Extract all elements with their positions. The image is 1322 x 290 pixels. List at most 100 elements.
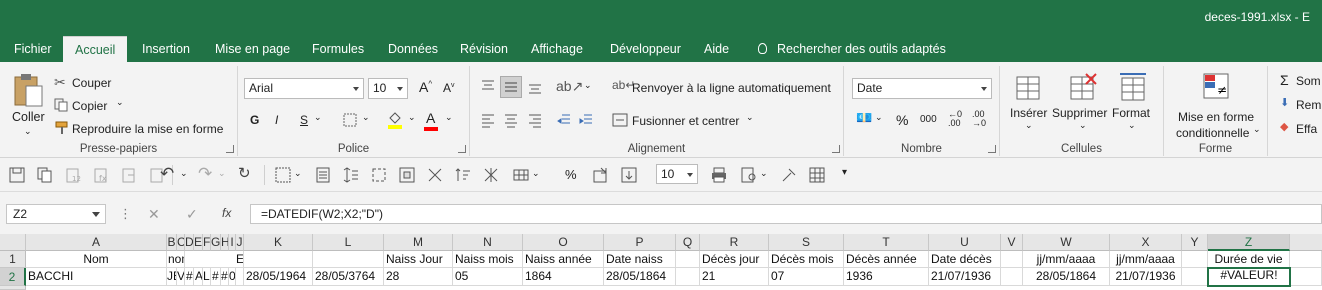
cell-o1[interactable]: Naiss année bbox=[523, 251, 604, 268]
fill-series-icon[interactable] bbox=[512, 166, 530, 184]
tab-fichier[interactable]: Fichier bbox=[12, 36, 54, 62]
number-launcher-icon[interactable] bbox=[988, 145, 996, 153]
format-dropdown-icon[interactable]: ⌄ bbox=[1128, 120, 1136, 131]
tab-developpeur[interactable]: Développeur bbox=[608, 36, 683, 62]
thousands-button[interactable]: 000 bbox=[920, 114, 937, 125]
paste-values-icon[interactable]: 12 bbox=[64, 166, 82, 184]
col-header-y[interactable]: Y bbox=[1182, 234, 1208, 251]
cell-q1[interactable] bbox=[676, 251, 700, 268]
cell-p2[interactable]: 28/05/1864 bbox=[604, 268, 676, 286]
tab-donnees[interactable]: Données bbox=[386, 36, 440, 62]
tab-affichage[interactable]: Affichage bbox=[529, 36, 585, 62]
cell-q2[interactable] bbox=[676, 268, 700, 286]
fill-button[interactable]: Rem bbox=[1296, 98, 1321, 112]
cell-k2[interactable]: 28/05/1964 bbox=[244, 268, 313, 286]
clear-all-icon[interactable] bbox=[426, 166, 444, 184]
cell-i2[interactable]: 0 bbox=[229, 268, 236, 286]
align-left-icon[interactable] bbox=[480, 112, 496, 128]
col-header-s[interactable]: S bbox=[769, 234, 844, 251]
cell-w2[interactable]: 28/05/1864 bbox=[1023, 268, 1110, 286]
borders-icon[interactable] bbox=[342, 112, 358, 128]
col-header-x[interactable]: X bbox=[1110, 234, 1182, 251]
font-size-select[interactable]: 10 bbox=[368, 78, 408, 99]
insert-dropdown-icon[interactable]: ⌄ bbox=[1025, 120, 1033, 131]
underline-button[interactable]: S bbox=[300, 113, 308, 127]
increase-decimal-icon[interactable]: ←0.00 bbox=[948, 110, 962, 128]
cut-button[interactable]: Couper bbox=[72, 76, 111, 90]
fill-series-dropdown-icon[interactable]: ⌄ bbox=[532, 168, 540, 179]
zoom-selection-icon[interactable] bbox=[398, 166, 416, 184]
paste-icon[interactable] bbox=[12, 72, 44, 108]
align-center-icon[interactable] bbox=[503, 112, 519, 128]
fill-color-icon[interactable] bbox=[386, 110, 404, 130]
delete-cells-button[interactable]: Supprimer bbox=[1052, 106, 1107, 120]
decrease-indent-icon[interactable] bbox=[556, 112, 572, 128]
formula-input[interactable]: =DATEDIF(W2;X2;"D") bbox=[250, 204, 1322, 224]
col-header-g[interactable]: G bbox=[211, 234, 221, 251]
cell-l2[interactable]: 28/05/3764 bbox=[313, 268, 384, 286]
row-header-1[interactable]: 1 bbox=[0, 251, 26, 268]
autosum-button[interactable]: Som bbox=[1296, 74, 1321, 88]
undo-icon[interactable]: ↶ bbox=[160, 164, 174, 184]
font-color-dropdown-icon[interactable]: ⌄ bbox=[445, 112, 453, 123]
col-header-extra[interactable] bbox=[1290, 234, 1322, 251]
col-header-h[interactable]: H bbox=[221, 234, 229, 251]
copy-button[interactable]: Copier bbox=[72, 99, 107, 113]
redo-dropdown-icon[interactable]: ⌄ bbox=[218, 168, 226, 179]
cell-j2[interactable] bbox=[236, 268, 244, 286]
copy-dropdown-icon[interactable]: ⌄ bbox=[116, 97, 124, 108]
select-region-icon[interactable] bbox=[370, 166, 388, 184]
font-name-select[interactable]: Arial bbox=[244, 78, 364, 99]
cell-v2[interactable] bbox=[1001, 268, 1023, 286]
decrease-decimal-icon[interactable]: .00 →0 bbox=[972, 110, 986, 128]
cell-b2[interactable]: JE bbox=[167, 268, 177, 286]
col-header-a[interactable]: A bbox=[26, 234, 167, 251]
align-right-icon[interactable] bbox=[527, 112, 543, 128]
wrap-text-button[interactable]: Renvoyer à la ligne automatiquement bbox=[632, 81, 831, 95]
delete-dropdown-icon[interactable]: ⌄ bbox=[1079, 120, 1087, 131]
print-preview-icon[interactable] bbox=[740, 166, 758, 184]
cell-n2[interactable]: 05 bbox=[453, 268, 523, 286]
formula-bar-menu-icon[interactable]: ⋮ bbox=[119, 206, 132, 222]
cell-c2[interactable]: V bbox=[177, 268, 185, 286]
tab-accueil[interactable]: Accueil bbox=[63, 36, 128, 62]
cell-aa1[interactable] bbox=[1290, 251, 1322, 268]
row-height-icon[interactable] bbox=[342, 166, 360, 184]
cell-z2[interactable]: #VALEUR! bbox=[1207, 267, 1291, 287]
cell-a2[interactable]: BACCHI bbox=[26, 268, 167, 286]
merge-dropdown-icon[interactable]: ⌄ bbox=[746, 112, 754, 123]
shrink-font-icon[interactable]: Av bbox=[443, 81, 455, 95]
bold-button[interactable]: G bbox=[250, 113, 259, 127]
import-icon[interactable] bbox=[620, 166, 638, 184]
font-color-icon[interactable]: A bbox=[426, 110, 435, 126]
tab-formules[interactable]: Formules bbox=[310, 36, 366, 62]
cancel-icon[interactable]: ✕ bbox=[148, 206, 160, 223]
currency-dropdown-icon[interactable]: ⌄ bbox=[875, 112, 883, 123]
cell-z1[interactable]: Durée de vie bbox=[1208, 251, 1290, 268]
cell-b1[interactable]: nom bbox=[167, 251, 185, 268]
tab-revision[interactable]: Révision bbox=[458, 36, 510, 62]
cell-u2[interactable]: 21/07/1936 bbox=[929, 268, 1001, 286]
col-header-t[interactable]: T bbox=[844, 234, 929, 251]
repeat-icon[interactable]: ↻ bbox=[238, 164, 251, 182]
paste-dropdown-icon[interactable]: ⌄ bbox=[24, 126, 32, 137]
percent-button[interactable]: % bbox=[896, 112, 908, 128]
underline-dropdown-icon[interactable]: ⌄ bbox=[314, 112, 322, 123]
enter-icon[interactable]: ✓ bbox=[186, 206, 198, 223]
format-painter-button[interactable]: Reproduire la mise en forme bbox=[72, 122, 223, 136]
merge-center-button[interactable]: Fusionner et centrer bbox=[632, 114, 739, 128]
cell-x2[interactable]: 21/07/1936 bbox=[1110, 268, 1182, 286]
col-header-c[interactable]: C bbox=[177, 234, 185, 251]
row-header-2[interactable]: 2 bbox=[0, 268, 26, 286]
cell-k1[interactable] bbox=[244, 251, 313, 268]
align-middle-icon[interactable] bbox=[503, 79, 519, 95]
orientation-icon[interactable]: ab↗ bbox=[556, 78, 583, 95]
col-header-f[interactable]: F bbox=[203, 234, 211, 251]
row-header-3-partial[interactable] bbox=[0, 286, 26, 290]
cell-v1[interactable] bbox=[1001, 251, 1023, 268]
borders-dropdown-icon[interactable]: ⌄ bbox=[362, 112, 370, 123]
align-top-icon[interactable] bbox=[480, 78, 496, 94]
conditional-dropdown-icon[interactable]: ⌄ bbox=[1253, 124, 1261, 135]
col-header-w[interactable]: W bbox=[1023, 234, 1110, 251]
undo-dropdown-icon[interactable]: ⌄ bbox=[180, 168, 188, 179]
